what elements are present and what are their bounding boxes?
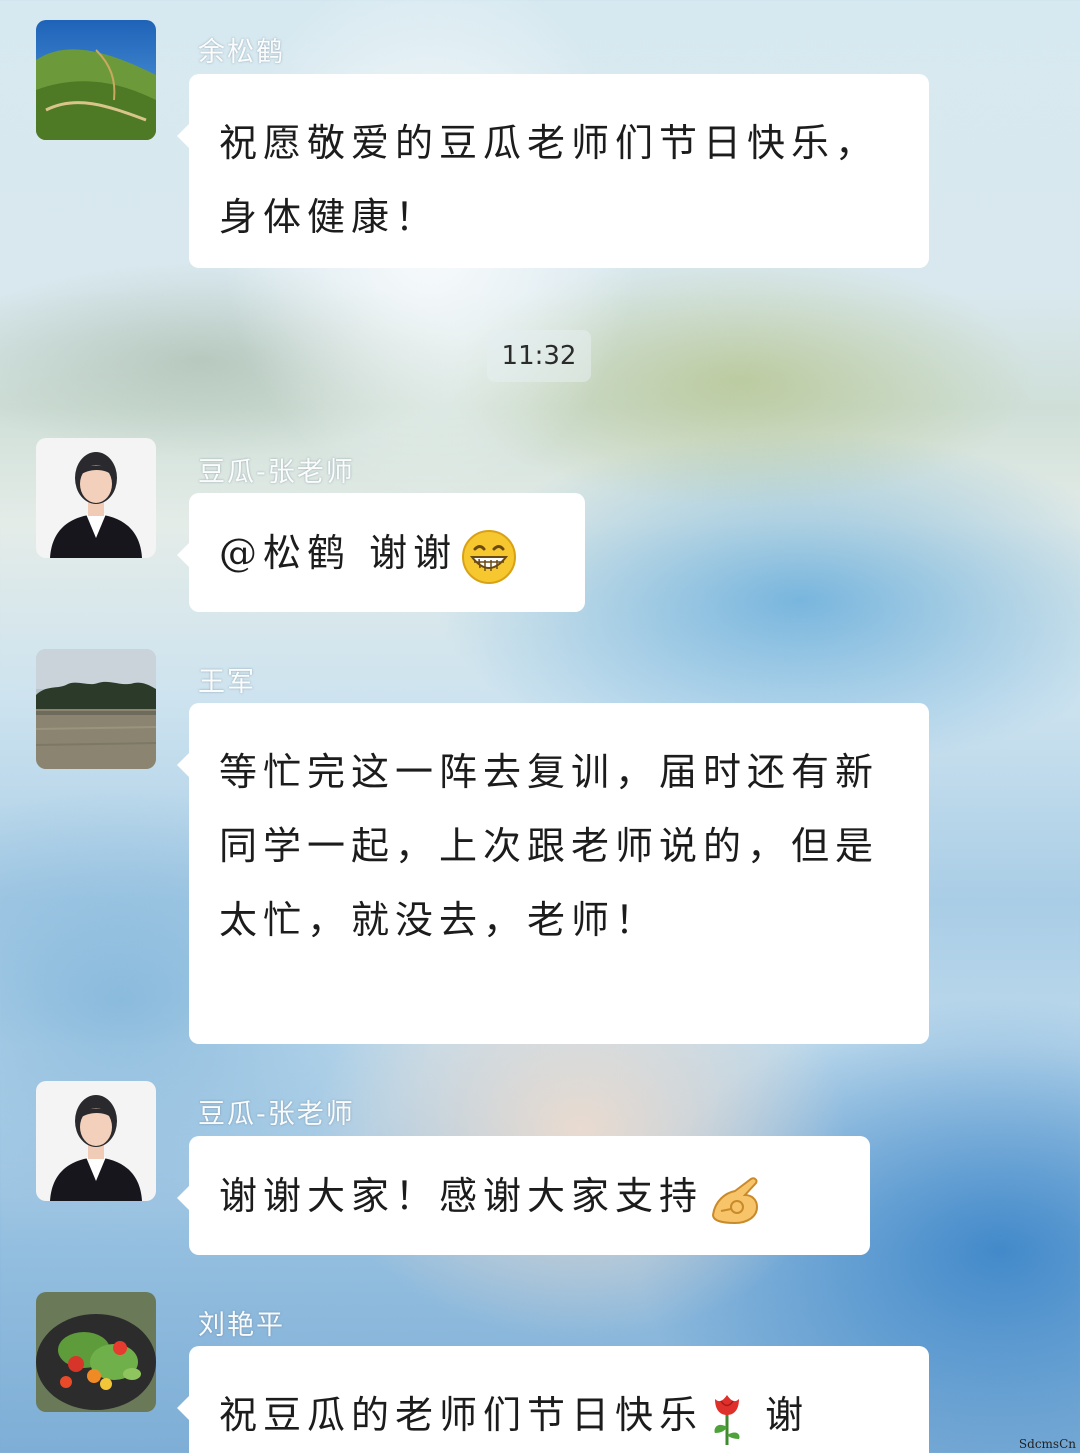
lakeside-avatar-image <box>36 649 156 769</box>
message-trailing-text: 谢 <box>747 1393 810 1437</box>
message-bubble[interactable]: 祝愿敬爱的豆瓜老师们节日快乐，身体健康！ <box>177 74 929 268</box>
message-text: 祝豆瓜的老师们节日快乐 <box>219 1393 704 1437</box>
salad-avatar-image <box>36 1292 156 1412</box>
sender-name: 王军 <box>198 667 256 698</box>
avatar-liuyanping[interactable] <box>36 1292 156 1412</box>
chat-screen: 余松鹤 祝愿敬爱的豆瓜老师们节日快乐，身体健康！ 11:32 豆瓜-张老师 @松… <box>0 0 1080 1453</box>
avatar-teacher-zhang[interactable] <box>36 438 156 558</box>
avatar-teacher-zhang[interactable] <box>36 1081 156 1201</box>
sender-name: 刘艳平 <box>198 1310 285 1341</box>
rose-icon <box>707 1391 747 1447</box>
message-text: @松鹤 谢谢 <box>219 531 458 575</box>
grinning-face-icon <box>461 529 517 585</box>
message-bubble[interactable]: 祝豆瓜的老师们节日快乐 谢 <box>177 1346 929 1453</box>
sender-name: 余松鹤 <box>198 37 285 68</box>
watermark: SdcmsCn <box>1018 1437 1076 1451</box>
avatar-wangjun[interactable] <box>36 649 156 769</box>
message-text: 谢谢大家！感谢大家支持 <box>219 1174 704 1218</box>
avatar-yusonghe[interactable] <box>36 20 156 140</box>
timestamp: 11:32 <box>487 330 591 382</box>
message-bubble[interactable]: @松鹤 谢谢 <box>177 493 585 612</box>
ok-hand-icon <box>707 1171 765 1229</box>
woman-avatar-image <box>36 1081 156 1201</box>
sender-name: 豆瓜-张老师 <box>198 457 355 488</box>
message-bubble[interactable]: 谢谢大家！感谢大家支持 <box>177 1136 870 1255</box>
message-bubble[interactable]: 等忙完这一阵去复训，届时还有新同学一起，上次跟老师说的，但是太忙，就没去，老师！ <box>177 703 929 1044</box>
message-text: 祝愿敬爱的豆瓜老师们节日快乐，身体健康！ <box>219 121 880 239</box>
landscape-avatar-image <box>36 20 156 140</box>
sender-name: 豆瓜-张老师 <box>198 1099 355 1130</box>
woman-avatar-image <box>36 438 156 558</box>
message-text: 等忙完这一阵去复训，届时还有新同学一起，上次跟老师说的，但是太忙，就没去，老师！ <box>219 750 880 942</box>
